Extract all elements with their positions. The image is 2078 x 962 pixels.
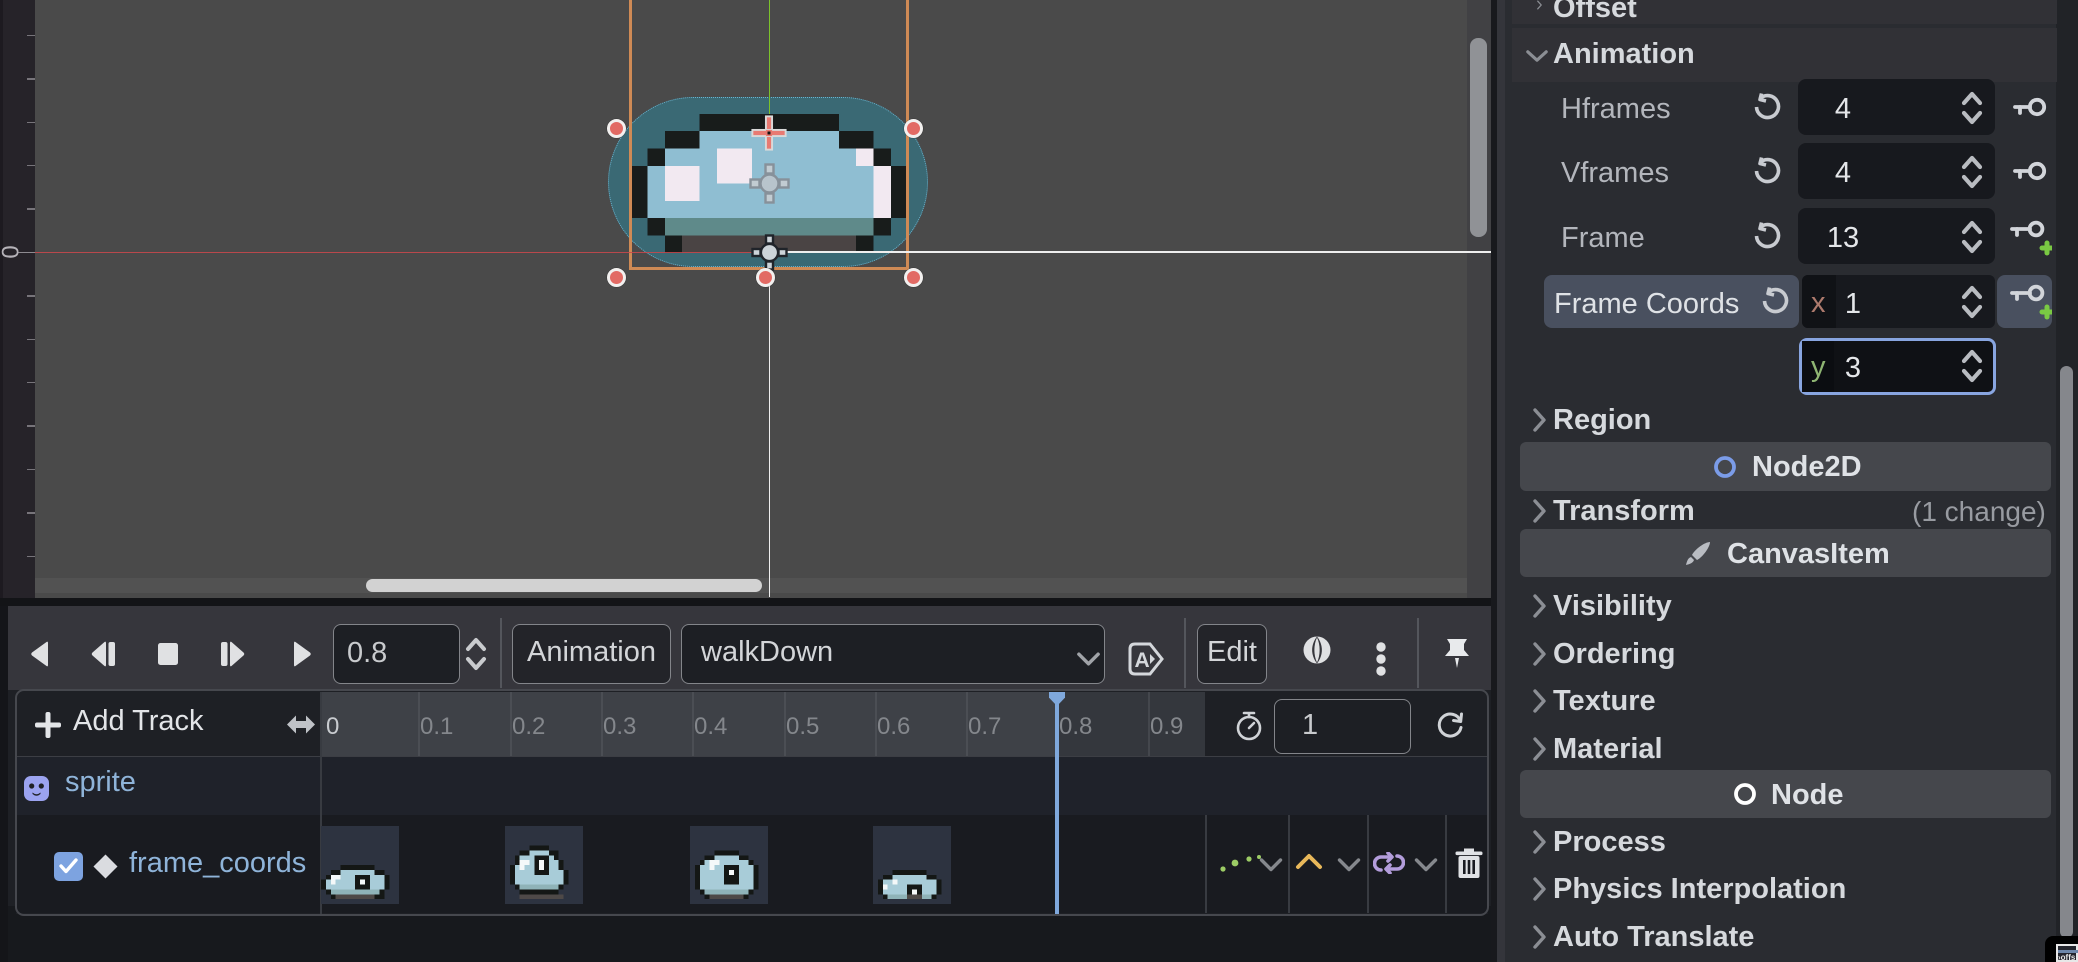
svg-text:A: A [1135,649,1150,672]
